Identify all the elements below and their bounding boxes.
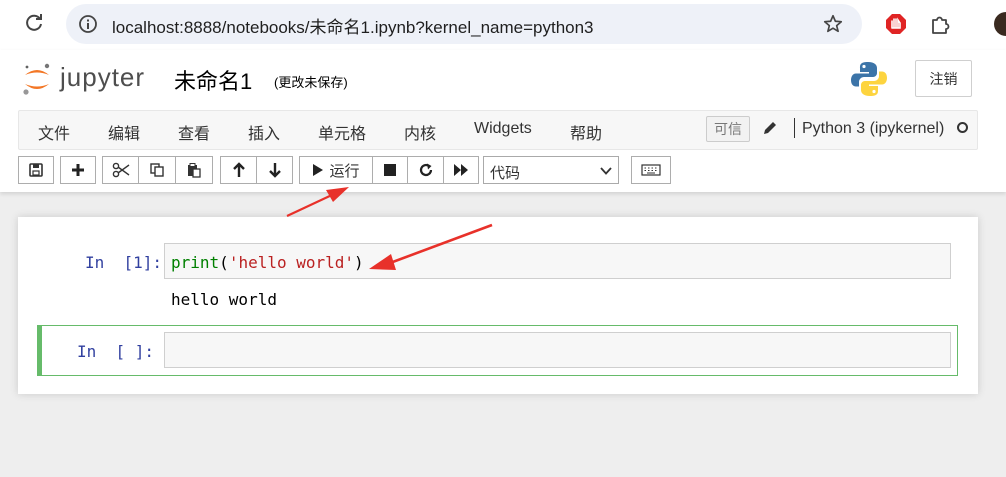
bookmark-star-icon[interactable] <box>822 13 844 35</box>
run-button[interactable]: 运行 <box>299 156 373 184</box>
scissors-icon <box>112 162 129 178</box>
paste-cell-button[interactable] <box>175 156 213 184</box>
restart-icon <box>419 163 432 177</box>
code-builtin: print <box>171 253 220 272</box>
restart-run-all-button[interactable] <box>443 156 479 184</box>
copy-cell-button[interactable] <box>138 156 176 184</box>
python-logo-icon <box>851 62 887 96</box>
trusted-badge[interactable]: 可信 <box>706 116 750 142</box>
fast-forward-icon <box>454 164 468 176</box>
cell-prompt: In [1]: <box>85 253 163 272</box>
code-paren-open: ( <box>219 253 229 272</box>
keyboard-icon <box>641 164 661 176</box>
arrow-down-icon <box>268 163 281 178</box>
code-string: 'hello world' <box>228 253 355 272</box>
interrupt-kernel-button[interactable] <box>372 156 408 184</box>
url-text[interactable]: localhost:8888/notebooks/未命名1.ipynb?kern… <box>112 13 594 38</box>
menu-kernel[interactable]: 内核 <box>404 120 436 144</box>
selected-cell-indicator <box>37 325 42 376</box>
arrow-up-icon <box>232 162 245 177</box>
play-icon <box>313 164 324 176</box>
plus-icon <box>72 164 84 176</box>
kernel-name[interactable]: Python 3 (ipykernel) <box>802 120 944 138</box>
paste-icon <box>188 163 201 178</box>
cut-cell-button[interactable] <box>102 156 139 184</box>
code-text[interactable]: print('hello world') <box>171 253 364 272</box>
code-paren-close: ) <box>354 253 364 272</box>
stop-icon <box>384 164 396 176</box>
chevron-down-icon <box>600 167 612 175</box>
kernel-idle-indicator-icon <box>957 122 968 133</box>
jupyter-logo-icon[interactable] <box>22 61 52 97</box>
menu-edit[interactable]: 编辑 <box>108 120 140 144</box>
jupyter-wordmark[interactable]: jupyter <box>60 62 145 93</box>
cell-prompt: In [ ]: <box>77 342 155 361</box>
move-cell-up-button[interactable] <box>220 156 257 184</box>
command-palette-button[interactable] <box>631 156 671 184</box>
copy-icon <box>150 163 164 177</box>
site-info-icon[interactable] <box>78 14 98 34</box>
menu-insert[interactable]: 插入 <box>248 120 280 144</box>
save-icon <box>29 163 43 177</box>
logout-button[interactable]: 注销 <box>915 60 972 97</box>
reload-icon[interactable] <box>22 11 46 35</box>
extensions-puzzle-icon[interactable] <box>928 12 952 36</box>
restart-kernel-button[interactable] <box>407 156 444 184</box>
menu-help[interactable]: 帮助 <box>570 120 602 144</box>
notebook-title[interactable]: 未命名1 <box>174 64 252 96</box>
insert-cell-button[interactable] <box>60 156 96 184</box>
save-button[interactable] <box>18 156 54 184</box>
cell-type-value: 代码 <box>490 165 521 182</box>
extension-stop-icon[interactable] <box>884 12 908 36</box>
run-label: 运行 <box>329 162 360 180</box>
kernel-divider <box>794 118 795 138</box>
code-cell-input[interactable] <box>164 332 951 368</box>
menu-cell[interactable]: 单元格 <box>318 120 366 144</box>
pencil-icon[interactable] <box>762 120 778 136</box>
cell-type-select[interactable]: 代码 <box>483 156 619 184</box>
move-cell-down-button[interactable] <box>256 156 293 184</box>
menu-file[interactable]: 文件 <box>38 120 70 144</box>
cell-output: hello world <box>171 290 277 309</box>
menu-widgets[interactable]: Widgets <box>474 120 532 138</box>
menu-view[interactable]: 查看 <box>178 120 210 144</box>
save-status: (更改未保存) <box>274 75 348 90</box>
